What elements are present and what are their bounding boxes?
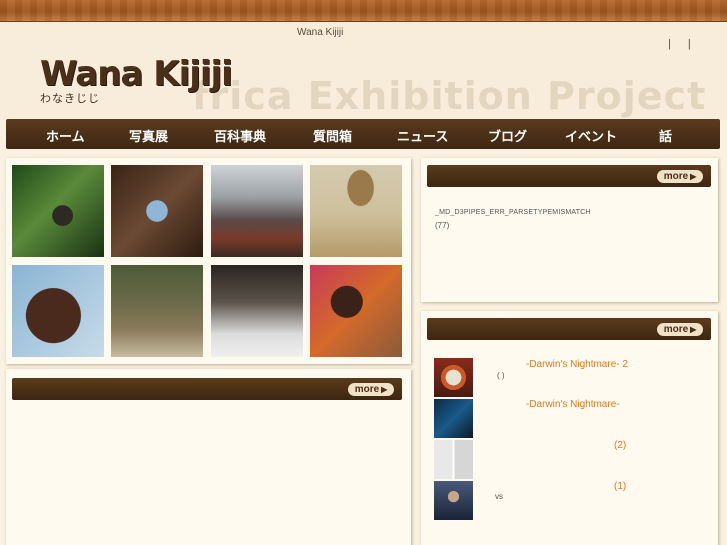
right-bottom-panel: more -Darwin's Nightmare- 2 ( ) -Darwin'… (421, 311, 718, 545)
right-top-header-bar: more (427, 165, 711, 187)
list-item[interactable]: -Darwin's Nightmare- 2 ( ) (434, 358, 704, 398)
left-bottom-header-bar: more (12, 378, 402, 400)
nav-item-blog[interactable]: ブログ (488, 126, 527, 145)
top-link-divider-2[interactable]: | (688, 38, 691, 50)
entry-thumbnail[interactable] (434, 481, 473, 520)
list-item[interactable]: (1) vs (434, 481, 704, 521)
entry-title[interactable]: (2) (614, 440, 626, 451)
photo-children-cooking[interactable] (310, 265, 402, 357)
right-bottom-header-bar: more (427, 318, 711, 340)
photo-donkey-cart[interactable] (310, 165, 402, 257)
logo-text: Wana Kijiji (40, 54, 233, 94)
list-item[interactable]: (2) (434, 440, 704, 480)
left-bottom-panel: more (6, 369, 411, 545)
nav-item-events[interactable]: イベント (565, 126, 617, 145)
photo-rock-snow[interactable] (211, 265, 303, 357)
nav-item-news[interactable]: ニュース (397, 126, 448, 145)
entry-title[interactable]: (1) (614, 481, 626, 492)
nav-item-home[interactable]: ホーム (46, 126, 85, 145)
photo-crowd[interactable] (211, 165, 303, 257)
main-nav: ホーム 写真展 百科事典 質問箱 ニュース ブログ イベント 話 (6, 119, 720, 149)
entry-thumbnail[interactable] (434, 358, 473, 397)
photo-smiling-man[interactable] (12, 265, 104, 357)
error-message: _MD_D3PIPES_ERR_PARSETYPEMISMATCH (435, 209, 591, 216)
more-button-right-top[interactable]: more (657, 170, 703, 183)
more-button-right-bottom[interactable]: more (657, 323, 703, 336)
error-count: (77) (435, 221, 450, 230)
entry-thumbnail[interactable] (434, 399, 473, 438)
entry-subtitle: vs (495, 492, 503, 501)
list-item[interactable]: -Darwin's Nightmare- (434, 399, 704, 439)
entry-title[interactable]: -Darwin's Nightmare- 2 (526, 359, 628, 370)
photo-ceremony[interactable] (111, 265, 203, 357)
top-links: | | (664, 38, 701, 50)
header-watermark: frica Exhibition Project (192, 74, 707, 118)
entry-thumbnail[interactable] (434, 440, 473, 479)
photo-jungle-insect[interactable] (12, 165, 104, 257)
top-link-divider-1[interactable]: | (668, 38, 671, 50)
more-button-left[interactable]: more (348, 383, 394, 396)
photo-gallery-panel (6, 158, 411, 364)
nav-item-questions[interactable]: 質問箱 (313, 126, 352, 145)
nav-item-photo-exhibit[interactable]: 写真展 (129, 126, 168, 145)
site-title: Wana Kijiji (297, 27, 344, 38)
photo-blue-beetle[interactable] (111, 165, 203, 257)
entry-title[interactable]: -Darwin's Nightmare- (526, 399, 620, 410)
entry-subtitle: ( ) (497, 371, 505, 380)
nav-item-encyclopedia[interactable]: 百科事典 (214, 126, 266, 145)
top-wood-banner (0, 0, 727, 22)
nav-item-talk[interactable]: 話 (659, 126, 672, 145)
site-logo[interactable]: Wana Kijiji わなきじじ (40, 56, 240, 108)
right-top-panel: more _MD_D3PIPES_ERR_PARSETYPEMISMATCH (… (421, 158, 718, 302)
